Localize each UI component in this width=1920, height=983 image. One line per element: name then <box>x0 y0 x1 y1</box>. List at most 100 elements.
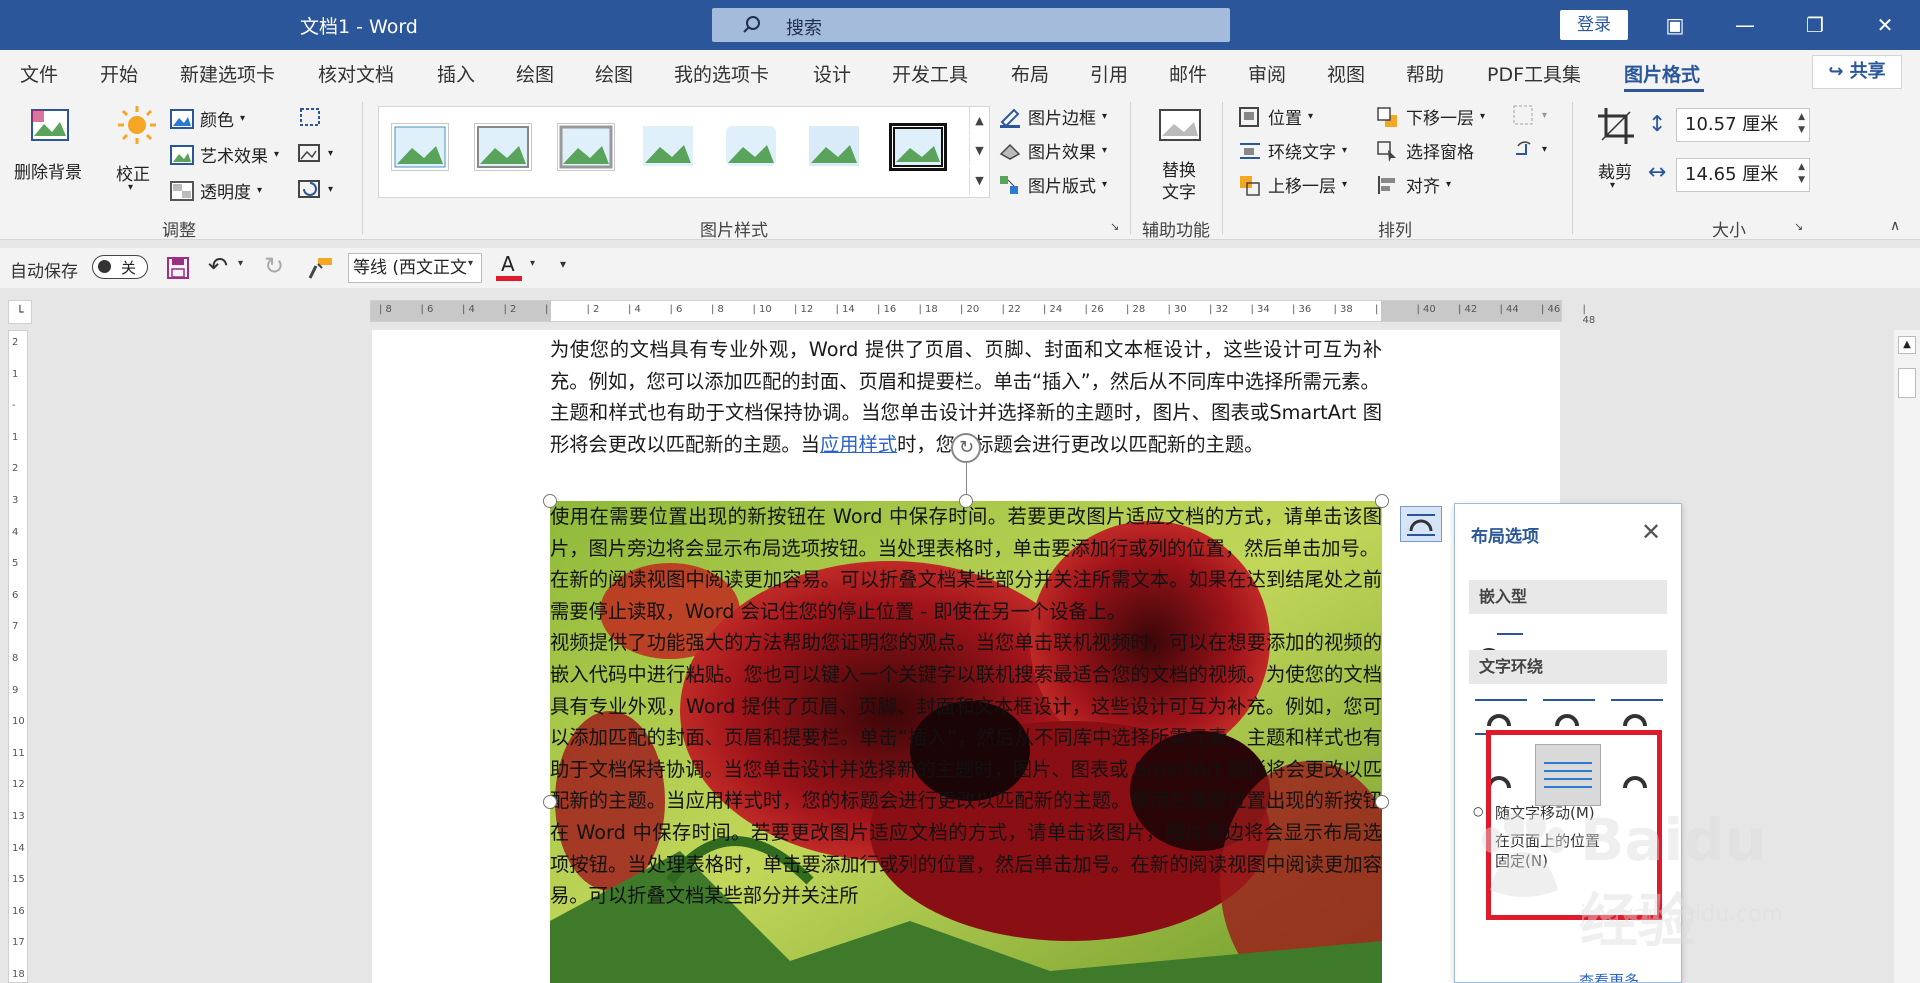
change-picture-button[interactable]: ▾ <box>298 142 333 164</box>
picture-border-button[interactable]: 图片边框 ▾ <box>998 104 1107 129</box>
selection-pane-button[interactable]: 选择窗格 <box>1376 138 1474 163</box>
picture-style-thumb[interactable] <box>889 123 947 171</box>
compress-pictures-icon <box>300 108 320 126</box>
tab-mailings[interactable]: 邮件 <box>1169 60 1207 87</box>
group-objects-icon <box>1513 105 1533 125</box>
corrections-button[interactable]: 校正 ▾ <box>108 102 164 202</box>
vertical-scrollbar[interactable]: ▲ <box>1894 330 1920 983</box>
ribbon-display-icon[interactable]: ▣ <box>1652 0 1698 50</box>
tab-draw-2[interactable]: 绘图 <box>595 60 633 87</box>
bring-forward-button[interactable]: 上移一层 ▾ <box>1238 172 1347 197</box>
picture-style-thumb[interactable] <box>391 123 449 171</box>
group-objects-button[interactable]: ▾ <box>1512 104 1547 126</box>
resize-handle-right[interactable] <box>1375 795 1389 809</box>
tab-pdf-tools[interactable]: PDF工具集 <box>1487 60 1581 87</box>
tab-check-document[interactable]: 核对文档 <box>318 60 394 87</box>
color-button[interactable]: 颜色 ▾ <box>170 106 245 131</box>
tab-home[interactable]: 开始 <box>100 60 138 87</box>
tab-design[interactable]: 设计 <box>813 60 851 87</box>
remove-background-button[interactable]: 删除背景 <box>10 102 90 192</box>
tab-view[interactable]: 视图 <box>1327 60 1365 87</box>
alt-text-button[interactable]: 替换 文字 <box>1146 106 1214 206</box>
font-name-select[interactable]: 等线 (西文正文 <box>348 253 482 283</box>
tab-layout[interactable]: 布局 <box>1011 60 1049 87</box>
artistic-effects-button[interactable]: 艺术效果 ▾ <box>170 142 279 167</box>
resize-handle-top-left[interactable] <box>543 494 557 508</box>
picture-overlay-text: 使用在需要位置出现的新按钮在 Word 中保存时间。若要更改图片适应文档的方式，… <box>550 501 1382 912</box>
format-painter-icon[interactable] <box>308 256 334 280</box>
tab-picture-format[interactable]: 图片格式 <box>1624 60 1700 87</box>
gallery-more[interactable]: ▼ <box>969 167 989 195</box>
ruler-tick-label: | 6 <box>669 304 683 315</box>
resize-handle-left[interactable] <box>543 795 557 809</box>
baidu-watermark: Baidu经验 jingyan.baidu.com <box>1470 806 1822 955</box>
tab-new-tab[interactable]: 新建选项卡 <box>180 60 275 87</box>
crop-button[interactable]: 裁剪 ▾ <box>1590 104 1642 204</box>
tab-my-tab[interactable]: 我的选项卡 <box>674 60 769 87</box>
compress-pictures-button[interactable] <box>298 106 322 128</box>
font-dropdown-icon[interactable]: ▾ <box>468 258 473 269</box>
height-spinner[interactable]: ▲ ▼ <box>1798 111 1805 137</box>
apply-styles-link[interactable]: 应用样式 <box>820 433 897 456</box>
autosave-toggle[interactable]: 关 <box>92 255 148 279</box>
share-button[interactable]: ↪ 共享 <box>1812 55 1902 89</box>
align-button[interactable]: 对齐 ▾ <box>1376 172 1451 197</box>
ruler-tick-label: | 12 <box>794 304 814 315</box>
tab-help[interactable]: 帮助 <box>1406 60 1444 87</box>
tab-file[interactable]: 文件 <box>20 60 58 87</box>
dialog-launcher-icon[interactable]: ↘ <box>1110 220 1119 233</box>
layout-options-button[interactable] <box>1400 506 1442 542</box>
transparency-button[interactable]: 透明度 ▾ <box>170 178 262 203</box>
close-window-icon[interactable]: ✕ <box>1862 0 1908 50</box>
rotate-handle-icon[interactable]: ↻ <box>951 433 981 463</box>
gallery-scroll-up[interactable]: ▲ <box>969 107 989 135</box>
vertical-ruler[interactable]: 21-12345678910111213141516171819 <box>8 330 28 983</box>
collapse-ribbon-icon[interactable]: ∧ <box>1890 218 1900 234</box>
ruler-tick-label: | 22 <box>1001 304 1021 315</box>
picture-style-thumb[interactable] <box>806 123 864 171</box>
width-spinner[interactable]: ▲ ▼ <box>1798 161 1805 187</box>
tab-references[interactable]: 引用 <box>1090 60 1128 87</box>
resize-handle-top-right[interactable] <box>1375 494 1389 508</box>
selected-picture[interactable]: 使用在需要位置出现的新按钮在 Word 中保存时间。若要更改图片适应文档的方式，… <box>550 501 1382 983</box>
tab-review[interactable]: 审阅 <box>1248 60 1286 87</box>
tab-draw-1[interactable]: 绘图 <box>516 60 554 87</box>
save-icon[interactable] <box>166 256 190 280</box>
search-box[interactable]: 搜索 <box>712 8 1230 42</box>
ruler-tick-label: 3 <box>12 495 19 506</box>
position-button[interactable]: 位置 ▾ <box>1238 104 1313 129</box>
see-more-link[interactable]: 查看更多 <box>1579 970 1639 982</box>
picture-layout-button[interactable]: 图片版式 ▾ <box>998 172 1107 197</box>
undo-dropdown-icon[interactable]: ▾ <box>238 258 243 269</box>
wrap-text-button[interactable]: 环绕文字 ▾ <box>1238 138 1347 163</box>
picture-style-thumb[interactable] <box>557 123 615 171</box>
restore-icon[interactable]: ❐ <box>1792 0 1838 50</box>
tab-selector-icon[interactable]: └ <box>8 300 32 324</box>
scroll-thumb[interactable] <box>1898 368 1916 398</box>
paragraph: 在新的阅读视图中阅读更加容易。可以折叠文档某些部分并关注所需文本。如果在达到结尾… <box>550 568 1382 623</box>
picture-style-thumb[interactable] <box>723 123 781 171</box>
size-dialog-launcher-icon[interactable]: ↘ <box>1794 220 1803 233</box>
tab-insert[interactable]: 插入 <box>437 60 475 87</box>
picture-effects-button[interactable]: 图片效果 ▾ <box>998 138 1107 163</box>
horizontal-ruler[interactable]: | 8 | 6 | 4 | 2 | | 2 | 4 | 6 | 8 | 10 | 12 | 14 | 1… <box>370 300 1595 326</box>
tab-developer[interactable]: 开发工具 <box>892 60 968 87</box>
rotate-button[interactable]: ▾ <box>1512 138 1547 160</box>
picture-style-thumb[interactable] <box>640 123 698 171</box>
close-icon[interactable]: ✕ <box>1641 518 1661 546</box>
picture-style-thumb[interactable] <box>474 123 532 171</box>
reset-picture-button[interactable]: ▾ <box>298 178 333 200</box>
font-color-dropdown-icon[interactable]: ▾ <box>530 258 535 269</box>
font-color-button[interactable]: A <box>496 252 524 282</box>
login-button[interactable]: 登录 <box>1560 10 1628 40</box>
customize-toolbar-icon[interactable]: ▾ <box>560 257 566 271</box>
undo-icon[interactable]: ↶ <box>208 252 228 280</box>
send-backward-button[interactable]: 下移一层 ▾ <box>1376 104 1485 129</box>
gallery-scroll-down[interactable]: ▼ <box>969 137 989 165</box>
width-input[interactable]: 14.65 厘米 ▲ ▼ <box>1676 158 1810 192</box>
height-input[interactable]: 10.57 厘米 ▲ ▼ <box>1676 108 1810 142</box>
redo-icon[interactable]: ↻ <box>264 252 284 280</box>
resize-handle-top[interactable] <box>959 494 973 508</box>
minimize-icon[interactable]: — <box>1722 0 1768 50</box>
scroll-up-icon[interactable]: ▲ <box>1898 336 1916 354</box>
